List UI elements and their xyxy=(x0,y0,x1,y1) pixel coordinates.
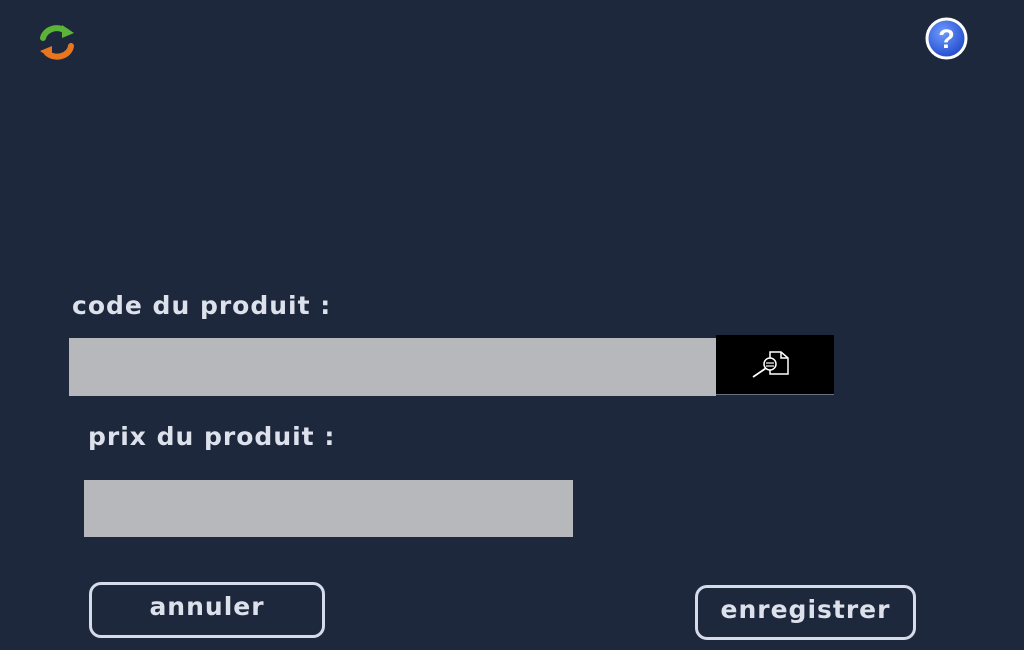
save-button[interactable]: enregistrer xyxy=(695,585,916,640)
svg-text:?: ? xyxy=(938,24,955,54)
product-price-input[interactable] xyxy=(84,480,573,537)
refresh-icon[interactable] xyxy=(37,22,77,62)
cancel-button-label: annuler xyxy=(149,592,265,621)
price-field-label: prix du produit : xyxy=(88,422,336,451)
cancel-button[interactable]: annuler xyxy=(89,582,325,638)
code-field-label: code du produit : xyxy=(72,291,332,320)
save-button-label: enregistrer xyxy=(720,595,891,624)
search-document-icon xyxy=(752,351,789,378)
search-product-button[interactable] xyxy=(716,335,834,395)
product-code-input[interactable] xyxy=(69,338,716,396)
help-icon[interactable]: ? xyxy=(925,17,968,60)
